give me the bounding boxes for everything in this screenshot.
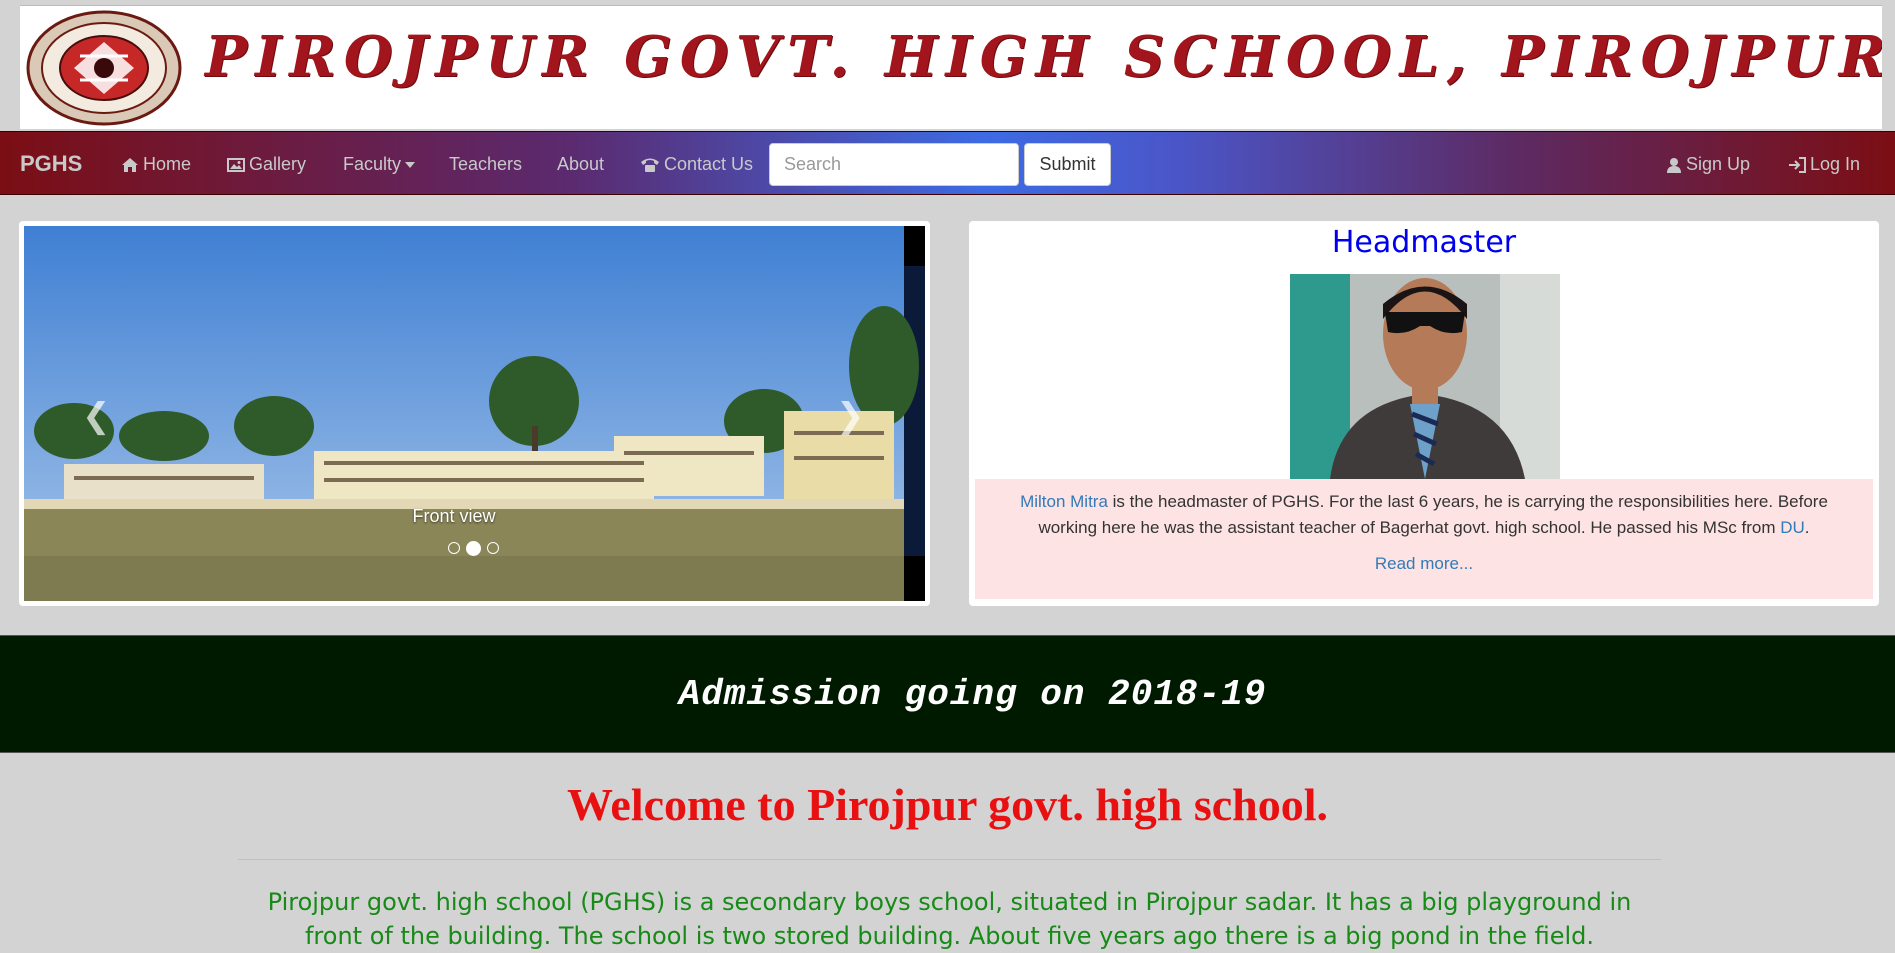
admission-text: Admission going on 2018-19	[678, 673, 1267, 715]
nav-login[interactable]: Log In	[1788, 154, 1860, 175]
nav-signup-label: Sign Up	[1686, 154, 1751, 174]
search-input[interactable]	[769, 143, 1019, 186]
home-icon	[122, 157, 138, 172]
submit-button[interactable]: Submit	[1024, 143, 1111, 186]
nav-about-label: About	[557, 154, 605, 174]
nav-faculty-dropdown[interactable]: Faculty	[343, 154, 416, 175]
carousel-indicator-active[interactable]	[466, 541, 481, 556]
university-link[interactable]: DU	[1780, 518, 1805, 537]
welcome-heading: Welcome to Pirojpur govt. high school.	[566, 779, 1329, 830]
welcome-intro: Pirojpur govt. high school (PGHS) is a s…	[267, 888, 1632, 950]
site-banner: PIROJPUR GOVT. HIGH SCHOOL, PIROJPUR.	[20, 5, 1882, 129]
user-icon	[1667, 157, 1681, 173]
headmaster-name-link[interactable]: Milton Mitra	[1020, 492, 1108, 511]
nav-teachers-label: Teachers	[449, 154, 523, 174]
nav-home[interactable]: Home	[121, 154, 191, 175]
carousel-indicators	[448, 541, 499, 556]
read-more-link[interactable]: Read more...	[991, 551, 1857, 577]
nav-gallery-label: Gallery	[249, 154, 307, 174]
headmaster-panel: Headmaster Milton Mitra is the headmaste…	[969, 221, 1879, 606]
image-carousel[interactable]: ❮ ❯ Front view	[24, 226, 925, 601]
carousel-frame: ❮ ❯ Front view	[19, 221, 930, 606]
carousel-prev-button[interactable]: ❮	[82, 396, 111, 436]
nav-home-label: Home	[143, 154, 192, 174]
nav-contact[interactable]: Contact Us	[640, 154, 753, 175]
school-seal-logo	[26, 10, 182, 126]
nav-contact-label: Contact Us	[664, 154, 754, 174]
headmaster-desc-text: is the headmaster of PGHS. For the last …	[1038, 492, 1828, 537]
nav-gallery[interactable]: Gallery	[227, 154, 306, 175]
caret-down-icon	[405, 161, 416, 168]
nav-signup[interactable]: Sign Up	[1666, 154, 1750, 175]
carousel-indicator[interactable]	[448, 542, 460, 554]
headmaster-desc-end: .	[1804, 518, 1810, 537]
section-divider	[238, 859, 1661, 860]
headmaster-photo	[1290, 274, 1560, 479]
carousel-indicator[interactable]	[487, 542, 499, 554]
picture-icon	[227, 157, 245, 172]
carousel-next-button[interactable]: ❯	[836, 396, 865, 436]
nav-about[interactable]: About	[557, 154, 604, 175]
admission-banner: Admission going on 2018-19	[0, 635, 1895, 753]
nav-brand[interactable]: PGHS	[20, 151, 82, 177]
nav-login-label: Log In	[1810, 154, 1861, 174]
nav-faculty-label: Faculty	[343, 154, 402, 174]
headmaster-title: Headmaster	[1331, 225, 1517, 260]
phone-icon	[641, 158, 659, 172]
main-navbar: PGHS Home Gallery Faculty Teachers About…	[0, 131, 1895, 195]
banner-title: PIROJPUR GOVT. HIGH SCHOOL, PIROJPUR.	[205, 24, 1882, 90]
carousel-caption: Front view	[412, 506, 496, 526]
nav-teachers[interactable]: Teachers	[449, 154, 522, 175]
headmaster-description: Milton Mitra is the headmaster of PGHS. …	[975, 479, 1873, 599]
log-in-icon	[1789, 156, 1806, 173]
